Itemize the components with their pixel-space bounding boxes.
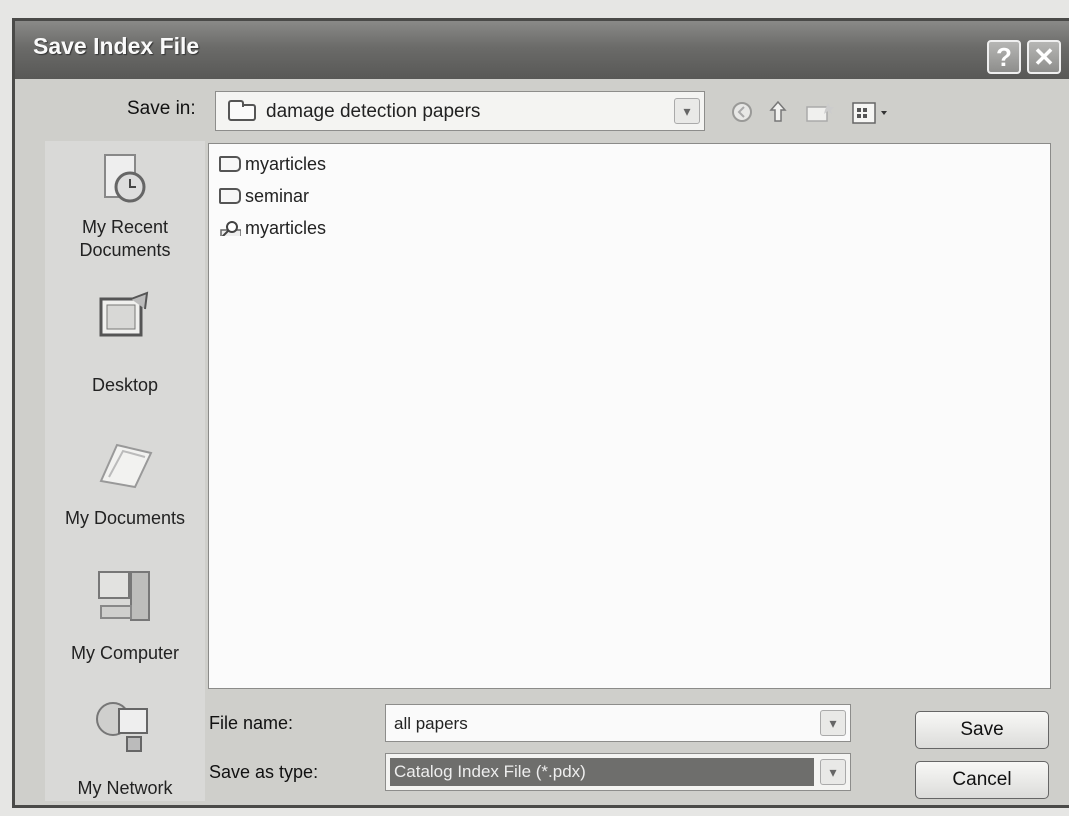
file-name: myarticles <box>245 217 327 238</box>
chevron-down-icon[interactable]: ▾ <box>674 98 700 124</box>
list-item[interactable]: myarticles <box>219 214 326 242</box>
place-my-documents[interactable]: My Documents <box>45 421 205 541</box>
place-label: My Documents <box>64 508 186 528</box>
places-bar: My Recent Documents Desktop My Documents <box>45 141 205 801</box>
back-icon[interactable] <box>731 101 753 123</box>
desktop-icon <box>99 291 149 337</box>
place-my-network[interactable]: My Network <box>45 691 205 801</box>
list-item[interactable]: myarticles <box>219 150 326 178</box>
folder-icon <box>228 100 256 121</box>
chevron-down-icon[interactable]: ▾ <box>820 710 846 736</box>
chevron-down-icon[interactable]: ▾ <box>820 759 846 785</box>
file-name: myarticles <box>245 153 327 174</box>
my-network-icon <box>96 702 148 752</box>
place-label: Desktop <box>91 375 159 395</box>
save-index-file-dialog: Save Index File ? ✕ Save in: damage dete… <box>12 18 1069 808</box>
file-name: seminar <box>245 185 310 206</box>
my-computer-icon <box>98 571 150 621</box>
window-title: Save Index File <box>33 33 200 59</box>
recent-documents-icon <box>104 154 146 203</box>
file-list[interactable]: myarticles seminar myarticles <box>208 143 1051 689</box>
up-folder-icon[interactable] <box>767 99 789 125</box>
save-as-type-dropdown[interactable]: Catalog Index File (*.pdx) ▾ <box>385 753 851 791</box>
place-label: My Computer <box>70 643 180 663</box>
save-button[interactable]: Save <box>915 711 1049 749</box>
save-in-label: Save in: <box>127 98 196 119</box>
cancel-button[interactable]: Cancel <box>915 761 1049 799</box>
place-label: My Network <box>77 778 173 798</box>
place-desktop[interactable]: Desktop <box>45 291 205 401</box>
close-button[interactable]: ✕ <box>1027 40 1061 74</box>
save-in-dropdown[interactable]: damage detection papers ▾ <box>215 91 705 131</box>
save-as-type-value: Catalog Index File (*.pdx) <box>390 758 814 786</box>
title-bar[interactable]: Save Index File ? ✕ <box>15 21 1069 79</box>
list-item[interactable]: seminar <box>219 182 309 210</box>
help-button[interactable]: ? <box>987 40 1021 74</box>
save-in-value: damage detection papers <box>266 101 481 122</box>
folder-icon <box>219 188 241 204</box>
search-index-icon <box>220 221 241 236</box>
place-my-computer[interactable]: My Computer <box>45 556 205 676</box>
file-name-input[interactable]: all papers ▾ <box>385 704 851 742</box>
file-name-label: File name: <box>209 713 294 733</box>
place-label: My Recent Documents <box>79 217 171 260</box>
folder-icon <box>219 156 241 172</box>
new-folder-icon[interactable] <box>805 101 835 123</box>
views-menu-icon[interactable] <box>851 101 893 125</box>
save-as-type-label: Save as type: <box>209 762 319 782</box>
place-my-recent-documents[interactable]: My Recent Documents <box>45 141 205 271</box>
my-documents-icon <box>99 443 153 489</box>
file-name-value: all papers <box>394 714 468 733</box>
